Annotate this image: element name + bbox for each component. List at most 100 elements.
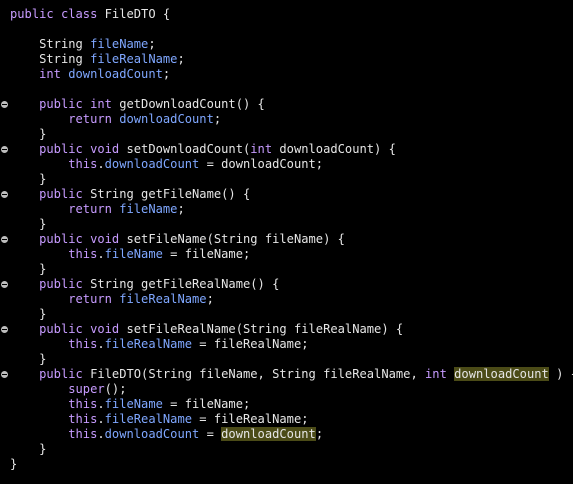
code-editor[interactable]: public class FileDTO { String fileName; … [0, 0, 573, 484]
code-token: . [97, 157, 105, 171]
code-token: String getFileName() { [82, 187, 251, 201]
code-line[interactable]: public String getFileName() { [10, 187, 250, 202]
code-token: ; [162, 67, 171, 81]
code-token: int [39, 67, 61, 81]
code-line[interactable]: this.fileName = fileName; [10, 397, 250, 412]
code-line[interactable]: return downloadCount; [10, 112, 221, 127]
code-line[interactable]: int downloadCount; [10, 67, 170, 82]
code-token: ; [148, 37, 156, 51]
code-token: public [10, 7, 54, 21]
code-token: public [39, 97, 83, 111]
code-token: = downloadCount; [199, 157, 324, 171]
code-token: ; [177, 52, 185, 66]
code-token: this [68, 397, 98, 411]
collapse-minus-icon[interactable] [1, 236, 8, 243]
code-line[interactable]: } [10, 217, 46, 232]
code-token: fileName [119, 202, 178, 216]
code-line[interactable]: this.fileRealName = fileRealName; [10, 337, 308, 352]
code-token: ; [213, 112, 222, 126]
collapse-minus-icon[interactable] [1, 326, 8, 333]
code-token: } [10, 352, 47, 366]
code-line[interactable]: } [10, 352, 46, 367]
code-token: fileRealName [104, 337, 193, 351]
collapse-minus-icon[interactable] [1, 281, 8, 288]
code-token: this [68, 157, 98, 171]
code-token: fileRealName [90, 52, 178, 66]
code-token: int [425, 367, 447, 381]
code-token: return [68, 112, 112, 126]
code-line[interactable]: } [10, 307, 46, 322]
code-token: String [10, 52, 91, 66]
collapse-minus-icon[interactable] [1, 101, 8, 108]
code-token: ; [206, 292, 214, 306]
code-token: this [68, 412, 98, 426]
code-token: (); [104, 382, 127, 396]
collapse-minus-icon[interactable] [1, 371, 8, 378]
code-line[interactable]: return fileRealName; [10, 292, 214, 307]
code-token: = fileRealName; [192, 412, 309, 426]
code-token: . [97, 427, 105, 441]
code-token: this [68, 337, 98, 351]
code-token: } [10, 307, 47, 321]
code-token: downloadCount [119, 112, 214, 126]
code-token: fileName [90, 37, 149, 51]
code-token: class [60, 7, 98, 21]
code-token: . [97, 412, 105, 426]
code-line[interactable]: public void setDownloadCount(int downloa… [10, 142, 396, 157]
code-token: public [39, 322, 83, 336]
code-line[interactable]: String fileName; [10, 37, 156, 52]
code-token: int [90, 97, 112, 111]
code-token: . [97, 337, 105, 351]
code-token: setFileRealName(String fileRealName) { [119, 322, 404, 336]
code-token: fileRealName [104, 412, 193, 426]
collapse-minus-icon[interactable] [1, 146, 8, 153]
code-line[interactable]: public void setFileName(String fileName)… [10, 232, 345, 247]
code-token: getDownloadCount() { [111, 97, 265, 111]
code-token: fileName [104, 397, 163, 411]
code-line[interactable]: super(); [10, 382, 127, 397]
code-token: FileDTO(String fileName, String fileReal… [82, 367, 426, 381]
code-line[interactable]: String fileRealName; [10, 52, 185, 67]
code-line[interactable]: public void setFileRealName(String fileR… [10, 322, 403, 337]
collapse-minus-icon[interactable] [1, 191, 8, 198]
code-token: = fileName; [162, 247, 251, 261]
code-token: fileRealName [119, 292, 207, 306]
code-line[interactable]: } [10, 127, 46, 142]
code-line[interactable]: } [10, 262, 46, 277]
code-line[interactable]: } [10, 442, 46, 457]
code-token: downloadCount [104, 427, 200, 441]
code-token: public [39, 142, 83, 156]
code-token: } [10, 262, 47, 276]
code-line[interactable]: this.downloadCount = downloadCount; [10, 427, 323, 442]
code-line[interactable]: } [10, 172, 46, 187]
code-line[interactable]: this.fileName = fileName; [10, 247, 250, 262]
code-line[interactable]: public FileDTO(String fileName, String f… [10, 367, 573, 382]
code-token: public [39, 277, 83, 291]
code-line[interactable]: } [10, 457, 17, 472]
code-line[interactable]: return fileName; [10, 202, 185, 217]
code-token: this [68, 427, 98, 441]
code-line[interactable]: this.fileRealName = fileRealName; [10, 412, 309, 427]
code-token: ; [177, 202, 185, 216]
code-token: . [97, 397, 105, 411]
code-line[interactable]: public int getDownloadCount() { [10, 97, 265, 112]
code-line[interactable]: public class FileDTO { [10, 7, 170, 22]
code-line[interactable]: this.downloadCount = downloadCount; [10, 157, 323, 172]
code-line[interactable]: public String getFileRealName() { [10, 277, 279, 292]
